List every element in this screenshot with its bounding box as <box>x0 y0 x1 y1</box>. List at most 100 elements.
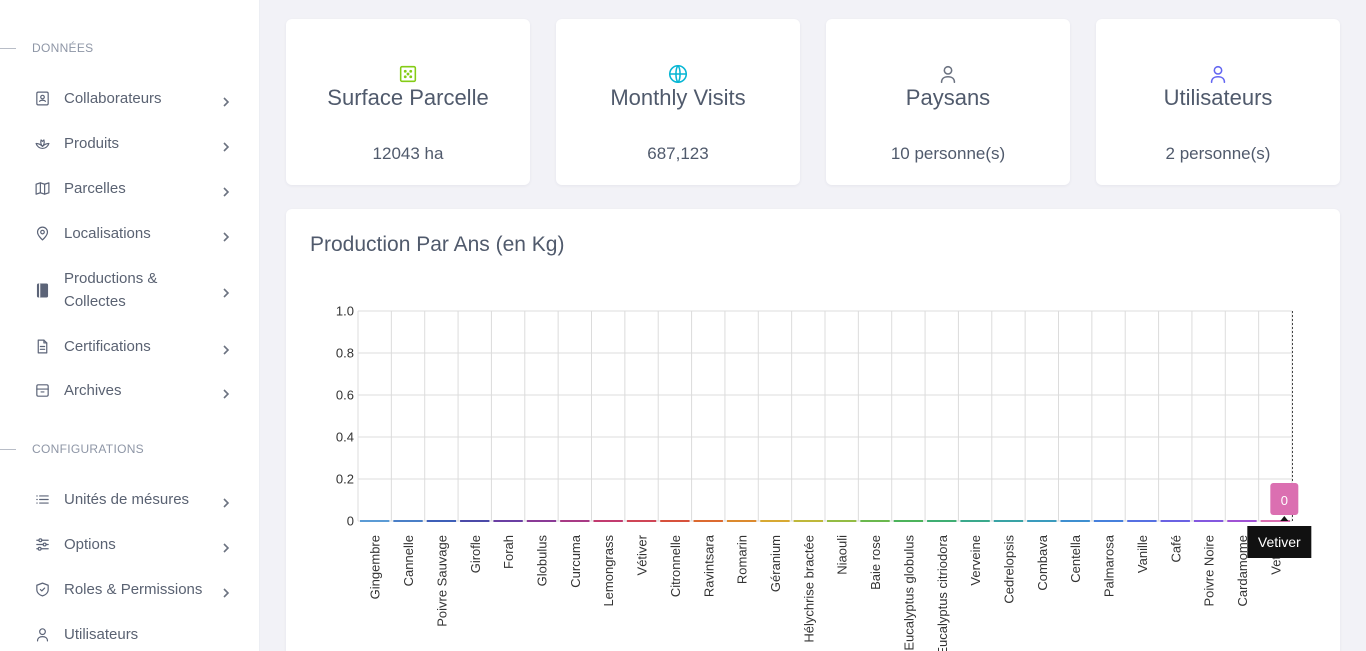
globe-icon <box>667 63 689 85</box>
chevron-right-icon <box>221 495 231 508</box>
map-pin-icon <box>33 225 51 243</box>
sidebar-item-utilisateurs[interactable]: Utilisateurs <box>0 623 260 646</box>
stat-card-surface: Surface Parcelle 12043 ha <box>286 19 530 185</box>
book-icon <box>33 281 51 299</box>
x-tick-label: Romarin <box>735 535 750 584</box>
stat-card-monthly-visits: Monthly Visits 687,123 <box>556 19 800 185</box>
sidebar-item-produits[interactable]: Produits <box>0 132 260 155</box>
user-icon <box>1207 63 1229 85</box>
stat-value: 10 personne(s) <box>890 144 1006 163</box>
lotus-icon <box>33 135 51 153</box>
y-tick-label: 0 <box>347 514 354 529</box>
sidebar-item-unites[interactable]: Unités de mésures <box>0 488 260 511</box>
x-tick-label: Café <box>1168 535 1183 562</box>
sidebar-item-productions-collectes[interactable]: Productions & Collectes <box>0 267 260 313</box>
x-tick-label: Niaouli <box>835 535 850 575</box>
stat-title: Paysans <box>905 85 991 110</box>
y-tick-label: 0.4 <box>336 430 354 445</box>
y-tick-label: 1.0 <box>336 304 354 319</box>
chevron-right-icon <box>221 184 231 197</box>
x-tick-label: Eucalyptus globulus <box>901 535 916 651</box>
sidebar-item-label: Unités de mésures <box>64 491 190 508</box>
user-icon <box>33 626 51 644</box>
y-tick-label: 0.8 <box>336 346 354 361</box>
sidebar-item-options[interactable]: Options <box>0 533 260 556</box>
stat-value: 12043 ha <box>372 144 444 163</box>
chevron-right-icon <box>221 540 231 553</box>
shield-check-icon <box>33 581 51 599</box>
y-tick-label: 0.6 <box>336 388 354 403</box>
x-tick-label: Globulus <box>534 535 549 587</box>
section-title: CONFIGURATIONS <box>32 442 144 456</box>
user-icon <box>937 63 959 85</box>
x-tick-label: Géranium <box>768 535 783 592</box>
x-tick-label: Eucalyptus citriodora <box>935 534 950 651</box>
x-tick-label: Hélychrise bractée <box>801 535 816 643</box>
section-divider <box>0 448 16 450</box>
production-chart[interactable]: 0 0.2 0.4 0.6 0.8 1.0 Gingembre Cannelle Poivre … <box>286 209 1340 651</box>
section-title: DONNÉES <box>32 41 94 55</box>
stat-title: Surface Parcelle <box>327 85 489 110</box>
chevron-right-icon <box>221 229 231 242</box>
section-label-configurations: CONFIGURATIONS <box>0 439 144 459</box>
sidebar-item-archives[interactable]: Archives <box>0 379 260 402</box>
tooltip-label: Vetiver <box>1258 534 1301 550</box>
chevron-right-icon <box>221 285 231 298</box>
sidebar-item-label: Roles & Permissions <box>64 581 203 598</box>
sidebar-item-certifications[interactable]: Certifications <box>0 335 260 358</box>
x-tick-label: Lemongrass <box>601 535 616 607</box>
tooltip-value: 0 <box>1281 493 1288 508</box>
x-tick-label: Ravintsara <box>701 534 716 597</box>
stat-value: 687,123 <box>647 144 709 163</box>
sidebar: DONNÉES Collaborateurs Produits Parcelle… <box>0 0 260 651</box>
sidebar-item-localisations[interactable]: Localisations <box>0 222 260 245</box>
x-tick-label: Combava <box>1035 534 1050 590</box>
sidebar-item-label: Localisations <box>64 225 151 242</box>
x-tick-label: Baie rose <box>868 535 883 590</box>
x-tick-label: Centella <box>1068 534 1083 582</box>
chevron-right-icon <box>221 139 231 152</box>
stat-value: 2 personne(s) <box>1165 144 1271 163</box>
sidebar-item-label: Parcelles <box>64 180 126 197</box>
sidebar-item-collaborateurs[interactable]: Collaborateurs <box>0 87 260 110</box>
chevron-right-icon <box>221 94 231 107</box>
sidebar-item-label: Collaborateurs <box>64 90 162 107</box>
archive-box-icon <box>33 382 51 400</box>
stat-card-paysans: Paysans 10 personne(s) <box>826 19 1070 185</box>
sidebar-item-roles-permissions[interactable]: Roles & Permissions <box>0 578 260 601</box>
stat-card-utilisateurs: Utilisateurs 2 personne(s) <box>1096 19 1340 185</box>
stat-title: Utilisateurs <box>1163 85 1273 110</box>
x-tick-label: Poivre Sauvage <box>434 535 449 627</box>
sidebar-item-parcelles[interactable]: Parcelles <box>0 177 260 200</box>
grid-square-icon <box>397 63 419 85</box>
sidebar-item-label: Certifications <box>64 338 151 355</box>
section-label-donnees: DONNÉES <box>0 38 93 58</box>
stat-title: Monthly Visits <box>610 85 746 110</box>
x-tick-label: Vanille <box>1135 535 1150 573</box>
chevron-right-icon <box>221 585 231 598</box>
sidebar-item-label: Options <box>64 536 116 553</box>
list-icon <box>33 491 51 509</box>
chart-card: Production Par Ans (en Kg) 0 0.2 0.4 0.6 0.8… <box>286 209 1340 651</box>
x-tick-label: Cedrelopsis <box>1001 535 1016 604</box>
tooltip-arrow <box>1280 516 1289 521</box>
y-tick-label: 0.2 <box>336 472 354 487</box>
chevron-right-icon <box>221 386 231 399</box>
map-icon <box>33 180 51 198</box>
x-tick-label: Curcuma <box>568 534 583 588</box>
sidebar-item-label: Utilisateurs <box>64 626 139 643</box>
sidebar-item-label: Archives <box>64 382 122 399</box>
chevron-right-icon <box>221 342 231 355</box>
sidebar-item-label: Productions & Collectes <box>64 270 158 310</box>
contact-card-icon <box>33 90 51 108</box>
document-icon <box>33 338 51 356</box>
x-tick-label: Verveine <box>968 535 983 586</box>
section-divider <box>0 47 16 49</box>
sliders-icon <box>33 536 51 554</box>
x-tick-label: Forah <box>501 535 516 569</box>
x-tick-label: Gingembre <box>368 535 383 599</box>
x-tick-label: Girofle <box>468 535 483 573</box>
sidebar-item-label: Produits <box>64 135 120 152</box>
x-tick-label: Cannelle <box>401 535 416 586</box>
x-tick-label: Citronnelle <box>668 535 683 597</box>
